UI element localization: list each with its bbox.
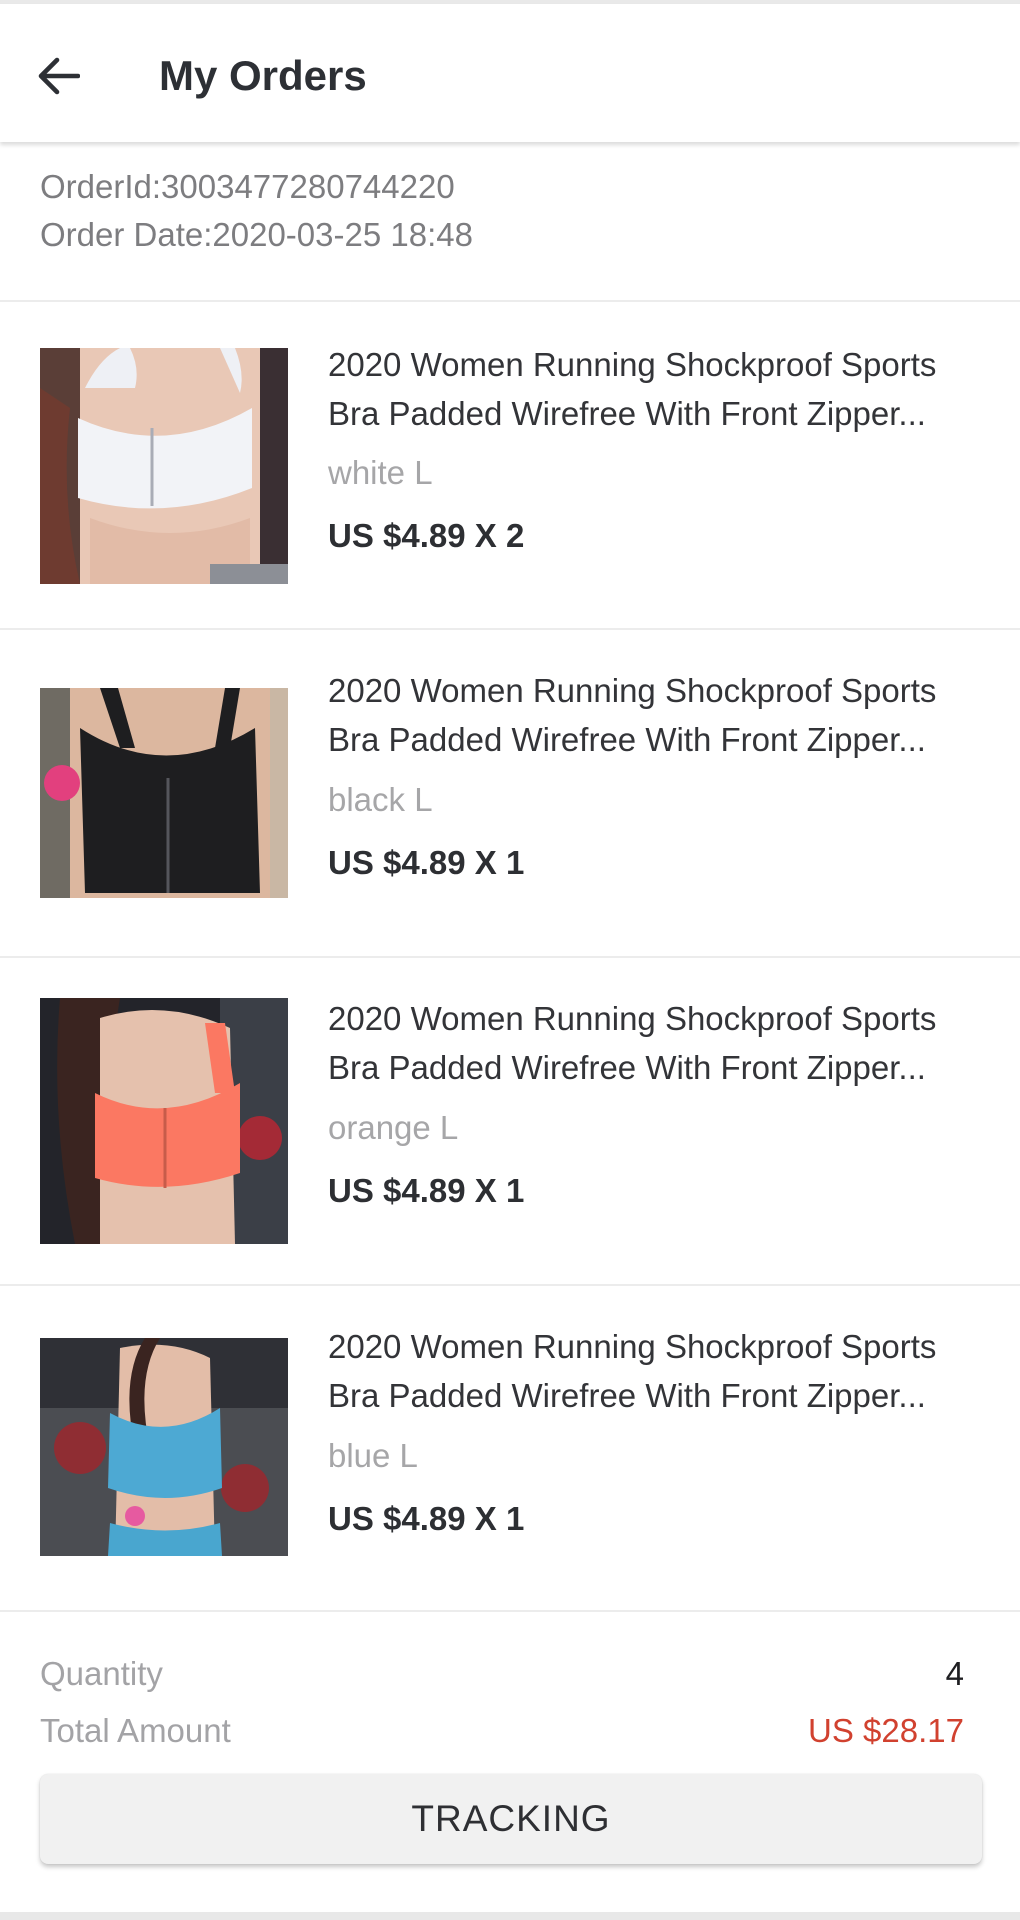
product-variant: black L [328, 781, 433, 818]
product-title[interactable]: 2020 Women Running Shockproof Sports Bra… [328, 1322, 988, 1420]
product-variant: white L [328, 454, 433, 491]
product-title[interactable]: 2020 Women Running Shockproof Sports Bra… [328, 994, 988, 1092]
order-item[interactable]: 2020 Women Running Shockproof Sports Bra… [0, 302, 1020, 630]
product-variant: blue L [328, 1437, 418, 1474]
tracking-button[interactable]: TRACKING [40, 1774, 982, 1864]
order-id: OrderId:3003477280744220 [40, 168, 455, 205]
product-price: US $4.89 X 1 [328, 1172, 525, 1209]
order-item[interactable]: 2020 Women Running Shockproof Sports Bra… [0, 630, 1020, 958]
order-item[interactable]: 2020 Women Running Shockproof Sports Bra… [0, 958, 1020, 1286]
back-button[interactable] [26, 44, 90, 108]
app-bar: My Orders [0, 4, 1020, 142]
product-price: US $4.89 X 1 [328, 1500, 525, 1537]
product-image[interactable] [40, 688, 288, 898]
product-image[interactable] [40, 348, 288, 584]
total-label: Total Amount [40, 1712, 231, 1749]
product-image[interactable] [40, 998, 288, 1244]
product-variant: orange L [328, 1109, 459, 1146]
product-title[interactable]: 2020 Women Running Shockproof Sports Bra… [328, 340, 988, 438]
order-date: Order Date:2020-03-25 18:48 [40, 216, 473, 253]
arrow-left-icon [38, 57, 80, 95]
order-info: OrderId:3003477280744220 Order Date:2020… [0, 142, 1020, 302]
quantity-label: Quantity [40, 1655, 163, 1692]
quantity-value: 4 [945, 1655, 964, 1692]
quantity-row: Quantity 4 [40, 1655, 964, 1693]
product-image[interactable] [40, 1338, 288, 1556]
order-item[interactable]: 2020 Women Running Shockproof Sports Bra… [0, 1286, 1020, 1612]
product-title[interactable]: 2020 Women Running Shockproof Sports Bra… [328, 666, 988, 764]
bottom-strip [0, 1912, 1020, 1920]
page-title: My Orders [159, 52, 367, 99]
total-row: Total Amount US $28.17 [40, 1712, 964, 1750]
total-value: US $28.17 [808, 1712, 964, 1749]
product-price: US $4.89 X 1 [328, 844, 525, 881]
product-price: US $4.89 X 2 [328, 517, 525, 554]
